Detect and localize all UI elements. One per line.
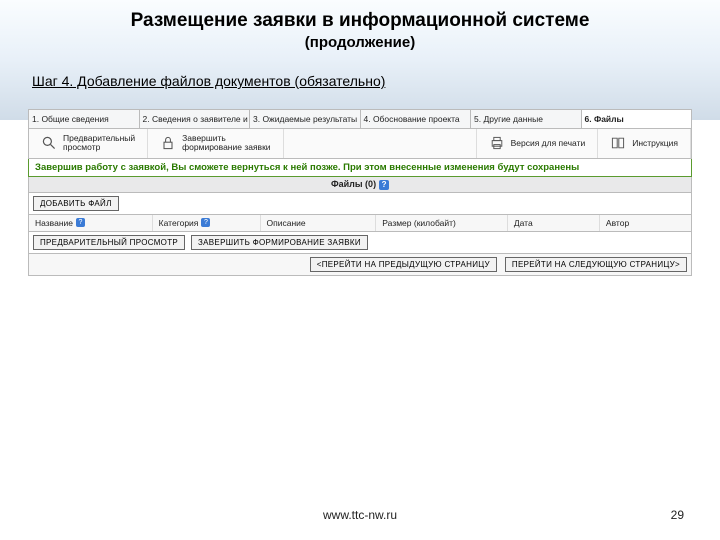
printer-icon <box>489 135 505 151</box>
tab-label: 2. Сведения о заявителе и исполнителях <box>143 114 251 124</box>
preview-button[interactable]: Предварительный просмотр <box>29 129 148 158</box>
print-label: Версия для печати <box>511 139 586 148</box>
tab-justification[interactable]: 4. Обоснование проекта <box>361 110 472 128</box>
footer-url: www.ttc-nw.ru <box>0 508 720 522</box>
help-label: Инструкция <box>632 139 678 148</box>
page-title: Размещение заявки в информационной систе… <box>28 10 692 32</box>
tab-label: 4. Обоснование проекта <box>364 114 460 124</box>
book-icon <box>610 135 626 151</box>
step-label: Шаг 4. Добавление файлов документов (обя… <box>32 73 692 89</box>
help-icon[interactable]: ? <box>76 218 85 227</box>
col-date-label: Дата <box>514 218 533 228</box>
col-desc-label: Описание <box>267 218 306 228</box>
col-size-label: Размер (килобайт) <box>382 218 456 228</box>
col-author: Автор <box>600 215 691 231</box>
prev-page-button[interactable]: <ПЕРЕЙТИ НА ПРЕДЫДУЩУЮ СТРАНИЦУ <box>310 257 497 272</box>
col-author-label: Автор <box>606 218 629 228</box>
tab-results[interactable]: 3. Ожидаемые результаты <box>250 110 361 128</box>
tab-label: 3. Ожидаемые результаты <box>253 114 357 124</box>
tab-label: 1. Общие сведения <box>32 114 109 124</box>
col-name-label: Название <box>35 218 73 228</box>
files-section-header: Файлы (0)? <box>28 177 692 193</box>
print-button[interactable]: Версия для печати <box>477 129 599 158</box>
toolbar-spacer <box>284 129 477 158</box>
help-icon[interactable]: ? <box>201 218 210 227</box>
page-number: 29 <box>671 508 684 522</box>
tab-label: 5. Другие данные <box>474 114 543 124</box>
col-category-label: Категория <box>159 218 199 228</box>
next-page-button[interactable]: ПЕРЕЙТИ НА СЛЕДУЮЩУЮ СТРАНИЦУ> <box>505 257 687 272</box>
help-button[interactable]: Инструкция <box>598 129 691 158</box>
add-file-row: ДОБАВИТЬ ФАЙЛ <box>28 193 692 215</box>
col-category: Категория? <box>153 215 261 231</box>
files-header-text: Файлы (0) <box>331 179 376 189</box>
col-size: Размер (килобайт) <box>376 215 508 231</box>
app-window: 1. Общие сведения 2. Сведения о заявител… <box>28 109 692 276</box>
finish-btn-bottom[interactable]: ЗАВЕРШИТЬ ФОРМИРОВАНИЕ ЗАЯВКИ <box>191 235 368 250</box>
pager: <ПЕРЕЙТИ НА ПРЕДЫДУЩУЮ СТРАНИЦУ ПЕРЕЙТИ … <box>28 254 692 276</box>
tab-applicant[interactable]: 2. Сведения о заявителе и исполнителях <box>140 110 251 128</box>
help-icon[interactable]: ? <box>379 180 389 190</box>
tab-other[interactable]: 5. Другие данные <box>471 110 582 128</box>
tab-label: 6. Файлы <box>585 114 624 124</box>
lock-icon <box>160 135 176 151</box>
bottom-actions: ПРЕДВАРИТЕЛЬНЫЙ ПРОСМОТР ЗАВЕРШИТЬ ФОРМИ… <box>28 232 692 254</box>
tab-general[interactable]: 1. Общие сведения <box>29 110 140 128</box>
finish-label: Завершить формирование заявки <box>182 134 270 153</box>
tab-bar: 1. Общие сведения 2. Сведения о заявител… <box>28 109 692 129</box>
tab-files[interactable]: 6. Файлы <box>582 110 692 128</box>
col-desc: Описание <box>261 215 377 231</box>
col-date: Дата <box>508 215 600 231</box>
page-subtitle: (продолжение) <box>28 34 692 51</box>
preview-label: Предварительный просмотр <box>63 134 135 153</box>
toolbar: Предварительный просмотр Завершить форми… <box>28 129 692 159</box>
search-icon <box>41 135 57 151</box>
notice-banner: Завершив работу с заявкой, Вы сможете ве… <box>28 159 692 177</box>
col-name: Название? <box>29 215 153 231</box>
file-table-header: Название? Категория? Описание Размер (ки… <box>28 215 692 232</box>
add-file-button[interactable]: ДОБАВИТЬ ФАЙЛ <box>33 196 119 211</box>
finish-button[interactable]: Завершить формирование заявки <box>148 129 283 158</box>
preview-btn-bottom[interactable]: ПРЕДВАРИТЕЛЬНЫЙ ПРОСМОТР <box>33 235 185 250</box>
